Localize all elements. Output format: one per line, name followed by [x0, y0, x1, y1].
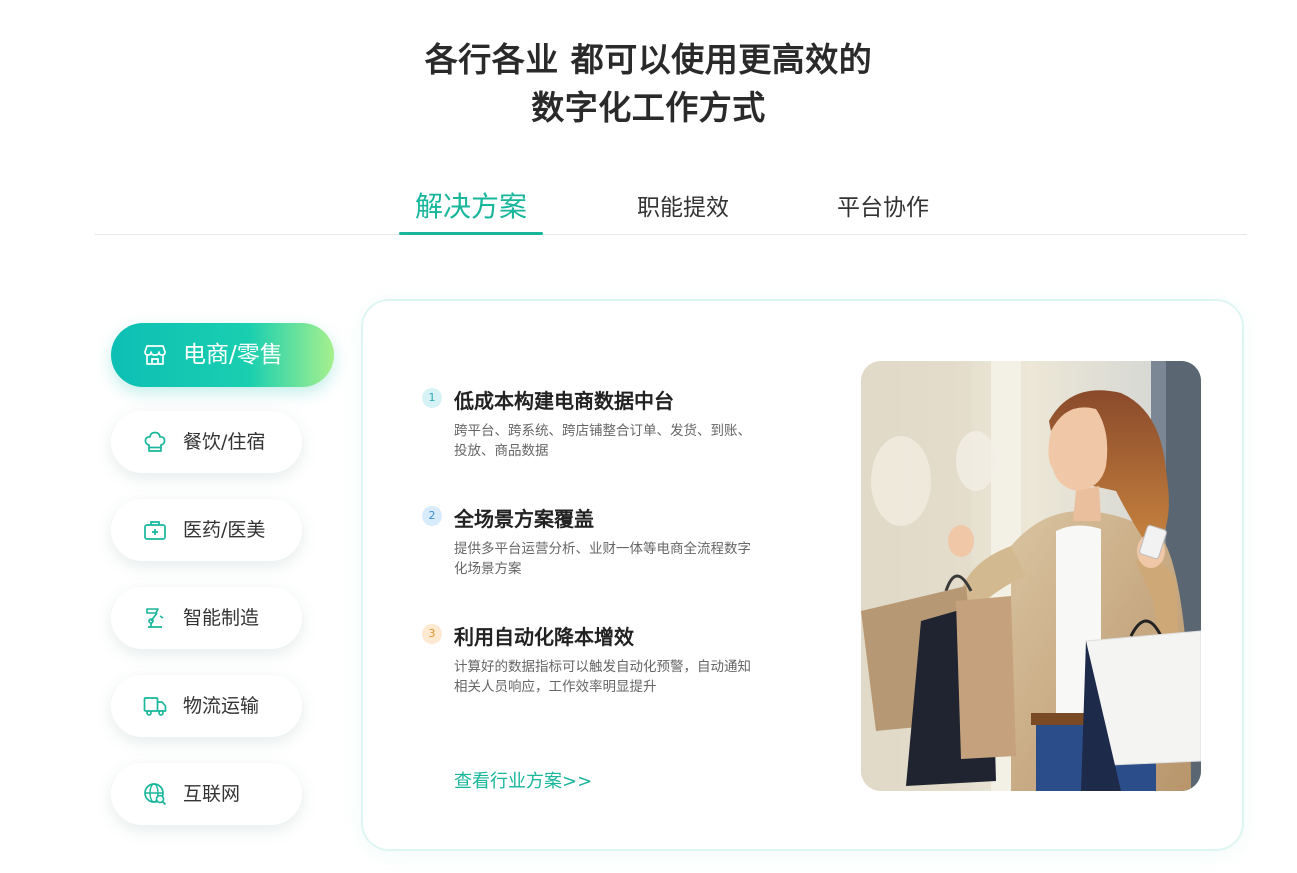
feature-title: 低成本构建电商数据中台 — [454, 389, 674, 413]
sidebar-item-ecommerce[interactable]: 电商/零售 — [111, 323, 334, 387]
sidebar-item-medical[interactable]: 医药/医美 — [111, 499, 302, 561]
storefront-icon — [144, 345, 166, 365]
tab-solutions[interactable]: 解决方案 — [399, 176, 543, 235]
headline-line-1: 各行各业 都可以使用更高效的 — [424, 40, 873, 79]
chef-hat-icon — [144, 431, 166, 452]
robotic-arm-icon — [146, 608, 164, 628]
feature-description: 计算好的数据指标可以触发自动化预警，自动通知相关人员响应，工作效率明显提升 — [454, 659, 751, 695]
headline-line-2: 数字化工作方式 — [531, 88, 766, 127]
sidebar-item-internet[interactable]: 互联网 — [111, 763, 302, 825]
sidebar-item-label: 医药/医美 — [183, 519, 266, 541]
sidebar-item-label: 电商/零售 — [183, 342, 283, 368]
feature-description: 提供多平台运营分析、业财一体等电商全流程数字化场景方案 — [454, 541, 751, 577]
sidebar-item-label: 互联网 — [183, 783, 241, 805]
solution-card: 1 低成本构建电商数据中台 跨平台、跨系统、跨店铺整合订单、发货、到账、投放、商… — [361, 299, 1244, 851]
tab-collaboration[interactable]: 平台协作 — [815, 176, 951, 234]
sidebar-item-label: 餐饮/住宿 — [183, 431, 266, 453]
feature-number-badge: 1 — [422, 388, 442, 408]
feature-description: 跨平台、跨系统、跨店铺整合订单、发货、到账、投放、商品数据 — [454, 423, 751, 459]
globe-search-icon — [144, 783, 167, 806]
view-industry-solutions-link[interactable]: 查看行业方案>> — [454, 767, 592, 793]
sidebar-item-logistics[interactable]: 物流运输 — [111, 675, 302, 737]
category-tabs: 解决方案 职能提效 平台协作 — [95, 176, 1247, 235]
sidebar-item-label: 智能制造 — [183, 607, 260, 629]
feature-title: 利用自动化降本增效 — [454, 625, 634, 649]
feature-number-badge: 3 — [422, 624, 442, 644]
sidebar-item-catering[interactable]: 餐饮/住宿 — [111, 411, 302, 473]
sidebar-item-label: 物流运输 — [183, 695, 260, 717]
truck-icon — [143, 697, 167, 716]
shopping-woman-photo — [861, 361, 1201, 791]
sidebar-item-manufacturing[interactable]: 智能制造 — [111, 587, 302, 649]
feature-number-badge: 2 — [422, 506, 442, 526]
page-headline: 各行各业 都可以使用更高效的 数字化工作方式 — [0, 36, 1297, 132]
tab-efficiency[interactable]: 职能提效 — [615, 176, 751, 234]
feature-title: 全场景方案覆盖 — [454, 507, 594, 531]
medical-kit-icon — [144, 521, 166, 540]
